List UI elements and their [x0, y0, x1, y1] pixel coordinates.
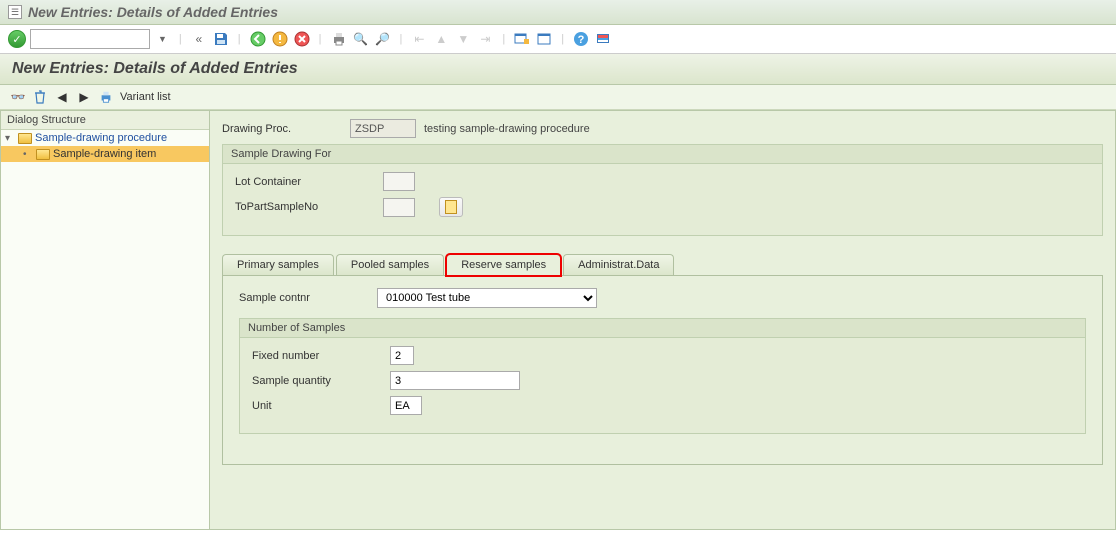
tab-administrat-data[interactable]: Administrat.Data — [563, 254, 674, 275]
main-area: Dialog Structure ▾ Sample-drawing proced… — [0, 110, 1116, 530]
folder-icon — [18, 133, 32, 144]
ok-enter-icon[interactable]: ✓ — [8, 30, 26, 48]
find-icon[interactable]: 🔍 — [352, 30, 370, 48]
print-small-icon[interactable] — [98, 89, 114, 105]
lot-container-label: Lot Container — [235, 176, 375, 188]
window-title-bar: ☰ New Entries: Details of Added Entries — [0, 0, 1116, 25]
help-icon[interactable]: ? — [572, 30, 590, 48]
tab-content: Sample contnr 010000 Test tube Number of… — [222, 275, 1103, 465]
lot-container-row: Lot Container — [235, 172, 1090, 191]
save-icon[interactable] — [212, 30, 230, 48]
exit-icon[interactable] — [271, 30, 289, 48]
group-title: Sample Drawing For — [223, 145, 1102, 164]
tree-expand-icon[interactable]: ▾ — [5, 133, 15, 144]
fixed-number-field[interactable] — [390, 346, 414, 365]
prev-page-icon[interactable]: ▲ — [432, 30, 450, 48]
page-subtitle-bar: New Entries: Details of Added Entries — [0, 54, 1116, 85]
sample-contnr-label: Sample contnr — [239, 292, 369, 304]
group-title: Number of Samples — [240, 319, 1085, 338]
sample-qty-field[interactable] — [390, 371, 520, 390]
prev-entry-icon[interactable]: ◀ — [54, 89, 70, 105]
back-double-icon[interactable]: « — [190, 30, 208, 48]
application-toolbar: 👓 ◀ ▶ Variant list — [0, 85, 1116, 110]
tab-primary-samples[interactable]: Primary samples — [222, 254, 334, 275]
unit-label: Unit — [252, 400, 382, 412]
sample-contnr-row: Sample contnr 010000 Test tube — [239, 288, 1086, 308]
unit-field[interactable] — [390, 396, 422, 415]
fixed-number-label: Fixed number — [252, 350, 382, 362]
tabstrip: Primary samples Pooled samples Reserve s… — [222, 254, 1103, 275]
tree-label: Sample-drawing item — [53, 148, 156, 160]
topart-row: ToPartSampleNo — [235, 197, 1090, 217]
folder-icon — [36, 149, 50, 160]
sample-qty-label: Sample quantity — [252, 375, 382, 387]
tree-bullet-icon: • — [23, 149, 33, 160]
first-page-icon[interactable]: ⇤ — [410, 30, 428, 48]
cancel-icon[interactable] — [293, 30, 311, 48]
delete-icon[interactable] — [32, 89, 48, 105]
find-next-icon[interactable]: 🔎 — [374, 30, 392, 48]
group-sample-drawing-for: Sample Drawing For Lot Container ToPartS… — [222, 144, 1103, 236]
page-subtitle: New Entries: Details of Added Entries — [12, 60, 298, 77]
dialog-structure-panel: Dialog Structure ▾ Sample-drawing proced… — [0, 110, 210, 530]
new-session-icon[interactable] — [513, 30, 531, 48]
lot-container-field[interactable] — [383, 172, 415, 191]
document-icon — [445, 200, 457, 214]
tab-pooled-samples[interactable]: Pooled samples — [336, 254, 444, 275]
tab-reserve-samples[interactable]: Reserve samples — [446, 254, 561, 276]
print-icon[interactable] — [330, 30, 348, 48]
last-page-icon[interactable]: ⇥ — [476, 30, 494, 48]
fixed-number-row: Fixed number — [252, 346, 1073, 365]
main-toolbar: ✓ ▼ | « | | 🔍 🔎 | ⇤ ▲ ▼ ⇥ | | ? — [0, 25, 1116, 54]
command-dropdown-icon[interactable]: ▼ — [154, 34, 171, 44]
drawing-proc-row: Drawing Proc. testing sample-drawing pro… — [222, 119, 1103, 138]
content-pane: Drawing Proc. testing sample-drawing pro… — [210, 110, 1116, 530]
tree-label: Sample-drawing procedure — [35, 132, 167, 144]
variant-list-button[interactable]: Variant list — [120, 91, 171, 103]
drawing-proc-label: Drawing Proc. — [222, 123, 342, 135]
command-field[interactable] — [30, 29, 150, 49]
back-icon[interactable] — [249, 30, 267, 48]
sample-contnr-select[interactable]: 010000 Test tube — [377, 288, 597, 308]
drawing-proc-desc: testing sample-drawing procedure — [424, 123, 590, 135]
shortcut-icon[interactable] — [535, 30, 553, 48]
svg-text:?: ? — [578, 34, 585, 46]
next-page-icon[interactable]: ▼ — [454, 30, 472, 48]
layout-icon[interactable] — [594, 30, 612, 48]
topart-field[interactable] — [383, 198, 415, 217]
document-button[interactable] — [439, 197, 463, 217]
topart-label: ToPartSampleNo — [235, 201, 375, 213]
sample-qty-row: Sample quantity — [252, 371, 1073, 390]
dialog-structure-header: Dialog Structure — [1, 111, 209, 130]
window-title: New Entries: Details of Added Entries — [28, 4, 278, 20]
tree-item-procedure[interactable]: ▾ Sample-drawing procedure — [1, 130, 209, 146]
glasses-icon[interactable]: 👓 — [10, 89, 26, 105]
tree-item-drawing-item[interactable]: • Sample-drawing item — [1, 146, 209, 162]
group-number-of-samples: Number of Samples Fixed number Sample qu… — [239, 318, 1086, 434]
menu-toggle-icon[interactable]: ☰ — [8, 5, 22, 19]
unit-row: Unit — [252, 396, 1073, 415]
drawing-proc-field — [350, 119, 416, 138]
next-entry-icon[interactable]: ▶ — [76, 89, 92, 105]
